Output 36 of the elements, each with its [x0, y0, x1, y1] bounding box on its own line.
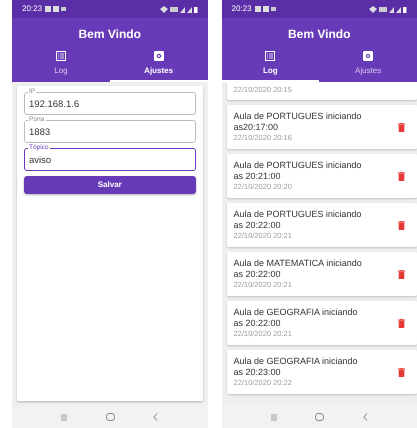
delete-icon[interactable]: [398, 172, 405, 180]
settings-icon: [363, 50, 374, 60]
signal-battery-icon: [369, 6, 407, 12]
signal-battery-icon: [160, 6, 198, 12]
log-message: Aula de PORTUGUES iniciando as 20:22:00: [234, 209, 362, 231]
delete-icon[interactable]: [398, 368, 405, 376]
delete-icon[interactable]: [398, 270, 405, 278]
log-message: Aula de PORTUGUES iniciando as20:17:00: [234, 111, 362, 133]
recent-apps-icon[interactable]: [270, 414, 277, 420]
delete-icon[interactable]: [398, 122, 405, 132]
status-time: 20:23: [22, 3, 42, 15]
field-value: aviso: [29, 155, 52, 167]
log-message: Aula de GEOGRAFIA iniciando as 20:23:00: [234, 356, 359, 378]
log-message: Aula de PORTUGUES iniciando as 20:21:00: [234, 160, 362, 182]
delete-icon[interactable]: [398, 220, 405, 230]
log-message: Aula de GEOGRAFIA iniciando as 20:22:00: [234, 307, 359, 329]
field-value: 1883: [29, 127, 50, 139]
recent-apps-icon[interactable]: [61, 414, 68, 420]
list-icon: [265, 50, 276, 60]
log-message: Aula de MATEMATICA iniciando as 20:22:00: [234, 258, 363, 280]
home-icon[interactable]: [315, 413, 324, 421]
app-title: Bem Vindo: [78, 26, 142, 43]
back-icon[interactable]: [153, 413, 158, 421]
app-title: Bem Vindo: [287, 26, 352, 43]
tab[interactable]: Ajustes: [319, 47, 417, 82]
status-time: 20:23: [232, 3, 252, 15]
delete-icon[interactable]: [398, 318, 405, 328]
back-icon[interactable]: [362, 413, 368, 421]
tab[interactable]: Log: [12, 47, 110, 82]
save-button[interactable]: Salvar: [24, 176, 196, 194]
field-value: 192.168.1.6: [29, 99, 80, 111]
settings-icon: [154, 50, 164, 60]
home-icon[interactable]: [106, 413, 115, 421]
notification-icons: [254, 6, 279, 12]
tab[interactable]: Ajustes: [110, 47, 208, 82]
list-icon: [56, 50, 66, 60]
